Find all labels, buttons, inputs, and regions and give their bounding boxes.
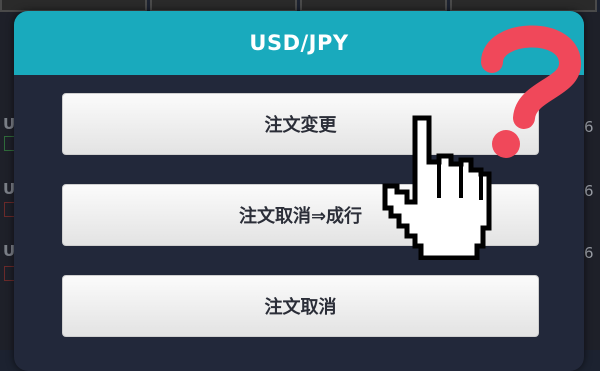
- background-row-glyph: 6: [584, 244, 594, 262]
- background-row-glyph: 6: [584, 182, 594, 200]
- cancel-order-button[interactable]: 注文取消: [62, 275, 539, 337]
- hand-pointer-icon: [382, 115, 492, 260]
- dialog-title: USD/JPY: [249, 31, 349, 55]
